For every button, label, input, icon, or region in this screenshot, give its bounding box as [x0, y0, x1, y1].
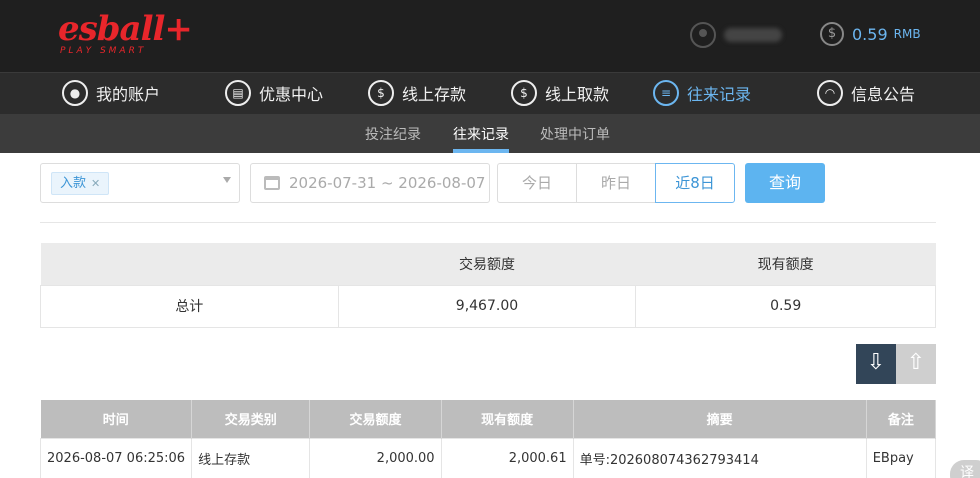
- esball-logo[interactable]: esball+ PLAY SMART: [58, 9, 193, 56]
- nav-item-account[interactable]: ● 我的账户: [62, 80, 160, 106]
- range-8days-button[interactable]: 近8日: [655, 163, 735, 203]
- cell-balance: 2,000.61: [440, 437, 574, 478]
- sort-ascending-icon[interactable]: ⇧: [896, 344, 936, 384]
- summary-header: 现有额度: [635, 243, 936, 285]
- cell-amount: 2,000.00: [309, 437, 442, 478]
- withdraw-icon: $: [511, 80, 537, 106]
- nav-item-label: 线上存款: [402, 85, 467, 104]
- close-icon[interactable]: ✕: [91, 177, 100, 190]
- sort-descending-icon[interactable]: ⇩: [856, 344, 896, 384]
- nav-item-label: 线上取款: [545, 85, 610, 104]
- nav-item-withdraw[interactable]: $ 线上取款: [511, 80, 609, 106]
- summary-header: 交易额度: [338, 243, 636, 285]
- range-yesterday-button[interactable]: 昨日: [576, 163, 656, 203]
- summary-table: 交易额度 现有额度 总计 9,467.00 0.59: [40, 243, 936, 328]
- column-header[interactable]: 摘要: [573, 400, 867, 438]
- type-tag: 入款 ✕: [51, 172, 110, 195]
- sub-nav: 投注纪录 往来记录 处理中订单: [0, 114, 980, 153]
- date-range-input[interactable]: 2026-07-31 ~ 2026-08-07: [250, 163, 490, 203]
- summary-transaction-total: 9,467.00: [337, 284, 637, 328]
- nav-item-label: 信息公告: [851, 85, 916, 104]
- tab-transaction-records[interactable]: 往来记录: [453, 124, 509, 144]
- active-tab-underline: [453, 149, 509, 153]
- range-today-button[interactable]: 今日: [497, 163, 577, 203]
- top-header: esball+ PLAY SMART $ 0.59 RMB: [0, 0, 980, 72]
- nav-item-label: 我的账户: [96, 85, 161, 104]
- translate-button[interactable]: 译: [950, 460, 980, 478]
- tab-pending-orders[interactable]: 处理中订单: [540, 124, 610, 144]
- column-header[interactable]: 交易类别: [191, 400, 311, 438]
- column-header[interactable]: 现有额度: [441, 400, 574, 438]
- summary-header: [40, 243, 339, 285]
- records-table: 时间 交易类别 交易额度 现有额度 摘要 备注 2026-08-07 06:25…: [39, 400, 937, 478]
- nav-item-promotions[interactable]: ▤ 优惠中心: [225, 80, 323, 106]
- main-nav: ● 我的账户 ▤ 优惠中心 $ 线上存款 $ 线上取款 ≡ 往来记录 ◠ 信息公…: [0, 72, 980, 114]
- username-blurred: [724, 28, 782, 42]
- summary-row: 总计 9,467.00 0.59: [40, 284, 936, 328]
- logo-wordmark: esball+: [58, 9, 193, 49]
- gift-icon: ▤: [225, 80, 251, 106]
- query-button[interactable]: 查询: [745, 163, 825, 203]
- type-tag-label: 入款: [60, 176, 87, 191]
- nav-item-label: 优惠中心: [259, 85, 324, 104]
- nav-item-deposit[interactable]: $ 线上存款: [368, 80, 466, 106]
- column-header[interactable]: 时间: [40, 400, 193, 438]
- cell-remark: EBpay: [865, 437, 937, 478]
- chevron-down-icon: [223, 177, 231, 183]
- avatar-icon: [690, 22, 716, 48]
- nav-item-records[interactable]: ≡ 往来记录: [653, 80, 751, 106]
- dollar-coin-icon: $: [820, 22, 844, 46]
- summary-balance: 0.59: [635, 284, 936, 328]
- nav-item-announcements[interactable]: ◠ 信息公告: [817, 80, 915, 106]
- nav-item-label: 往来记录: [687, 85, 752, 104]
- transaction-type-select[interactable]: 入款 ✕: [40, 163, 240, 203]
- balance-value: 0.59: [852, 24, 888, 44]
- date-range-value: 2026-07-31 ~ 2026-08-07: [289, 174, 486, 192]
- calendar-icon: [264, 176, 280, 190]
- cell-type: 线上存款: [191, 437, 311, 478]
- summary-header-row: 交易额度 现有额度: [40, 243, 936, 285]
- cell-summary: 单号:202608074362793414: [572, 437, 867, 478]
- table-row[interactable]: 2026-08-07 06:25:06 线上存款 2,000.00 2,000.…: [39, 437, 937, 478]
- user-icon: ●: [62, 80, 88, 106]
- balance-unit: RMB: [893, 27, 921, 41]
- user-area[interactable]: [690, 22, 782, 48]
- divider: [40, 222, 936, 223]
- bell-icon: ◠: [817, 80, 843, 106]
- records-icon: ≡: [653, 80, 679, 106]
- records-header-row: 时间 交易类别 交易额度 现有额度 摘要 备注: [40, 400, 937, 438]
- summary-label: 总计: [40, 284, 339, 328]
- column-header[interactable]: 交易额度: [309, 400, 442, 438]
- cell-time: 2026-08-07 06:25:06: [39, 437, 193, 478]
- tab-bet-records[interactable]: 投注纪录: [365, 124, 421, 144]
- deposit-icon: $: [368, 80, 394, 106]
- balance-area: $ 0.59 RMB: [820, 22, 921, 46]
- column-header[interactable]: 备注: [866, 400, 937, 438]
